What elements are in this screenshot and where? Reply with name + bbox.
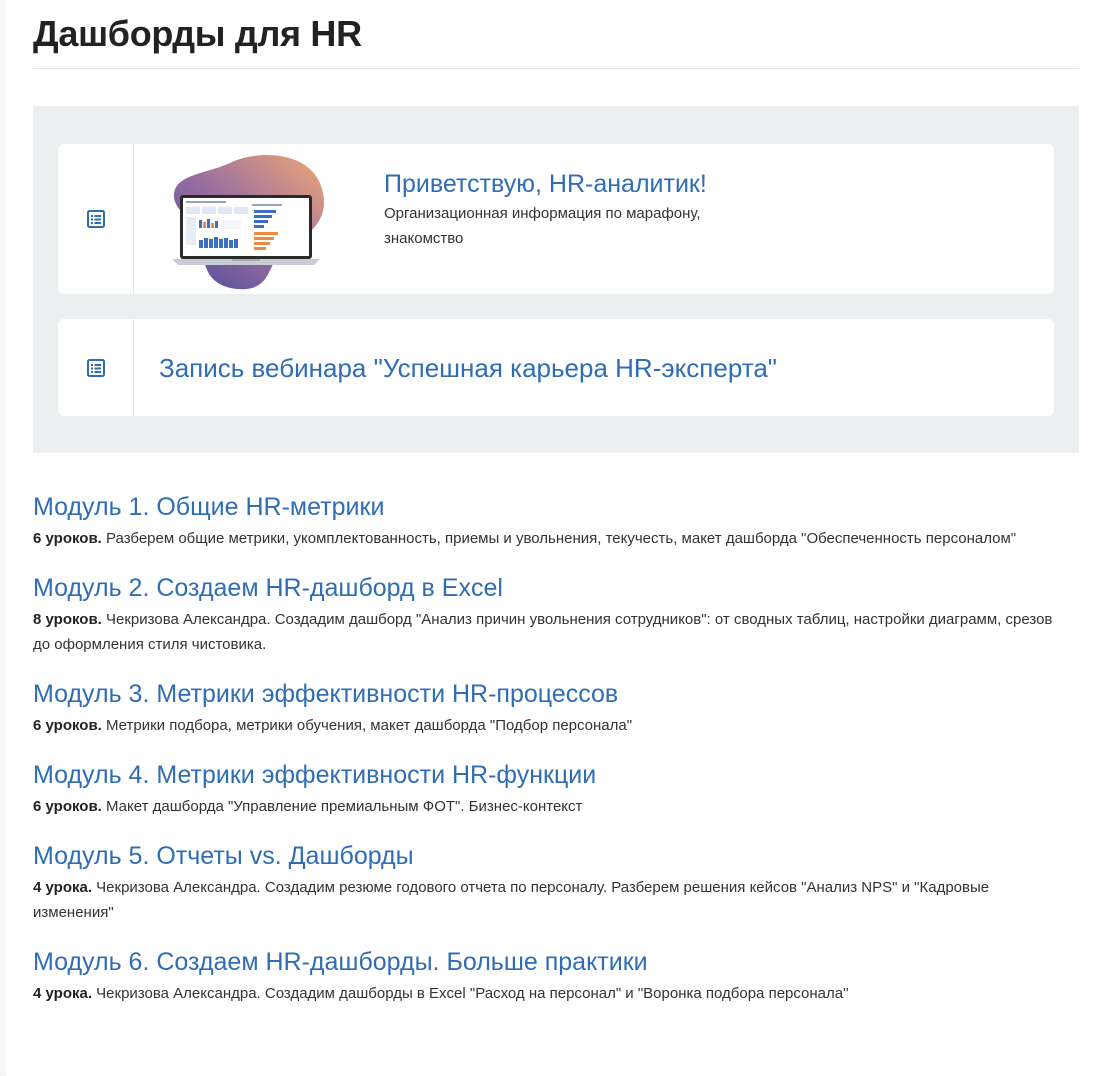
list-icon bbox=[86, 358, 105, 377]
module-lesson-count: 8 уроков. bbox=[33, 611, 102, 628]
course-page: Дашборды для HR Приветствую, HR-аналитик… bbox=[33, 0, 1079, 1028]
module-description: 4 урока. Чекризова Александра. Создадим … bbox=[33, 875, 1063, 925]
module-item: Модуль 4. Метрики эффективности HR-функц… bbox=[33, 760, 1079, 819]
lesson-text: Приветствую, HR-аналитик! Организационна… bbox=[384, 144, 764, 294]
lesson-icon-column bbox=[58, 319, 134, 416]
module-title-link[interactable]: Модуль 4. Метрики эффективности HR-функц… bbox=[33, 760, 596, 790]
modules-list: Модуль 1. Общие HR-метрики 6 уроков. Раз… bbox=[33, 492, 1079, 1006]
lesson-text: Запись вебинара "Успешная карьера HR-экс… bbox=[159, 319, 777, 416]
module-lesson-count: 6 уроков. bbox=[33, 798, 102, 815]
lesson-description: Организационная информация по марафону, … bbox=[384, 205, 701, 247]
module-title-link[interactable]: Модуль 5. Отчеты vs. Дашборды bbox=[33, 841, 414, 871]
module-title-link[interactable]: Модуль 1. Общие HR-метрики bbox=[33, 492, 384, 522]
module-title-link[interactable]: Модуль 6. Создаем HR-дашборды. Больше пр… bbox=[33, 947, 648, 977]
module-lesson-count: 6 уроков. bbox=[33, 717, 102, 734]
module-description-text: Чекризова Александра. Создадим дашборд "… bbox=[33, 611, 1053, 653]
page-title: Дашборды для HR bbox=[33, 13, 362, 54]
lesson-card-welcome[interactable]: Приветствую, HR-аналитик! Организационна… bbox=[58, 144, 1054, 294]
module-description: 6 уроков. Разберем общие метрики, укомпл… bbox=[33, 526, 1063, 551]
left-edge-strip bbox=[0, 0, 7, 1076]
module-lesson-count: 4 урока. bbox=[33, 879, 92, 896]
module-lesson-count: 6 уроков. bbox=[33, 530, 102, 547]
lesson-title-link[interactable]: Приветствую, HR-аналитик! bbox=[384, 169, 764, 199]
module-description: 8 уроков. Чекризова Александра. Создадим… bbox=[33, 607, 1063, 657]
module-description-text: Метрики подбора, метрики обучения, макет… bbox=[106, 717, 633, 734]
module-description: 4 урока. Чекризова Александра. Создадим … bbox=[33, 981, 1063, 1006]
module-lesson-count: 4 урока. bbox=[33, 985, 92, 1002]
lesson-card-webinar[interactable]: Запись вебинара "Успешная карьера HR-экс… bbox=[58, 319, 1054, 416]
module-description: 6 уроков. Метрики подбора, метрики обуче… bbox=[33, 713, 1063, 738]
intro-lessons-block: Приветствую, HR-аналитик! Организационна… bbox=[33, 106, 1079, 453]
title-divider bbox=[33, 68, 1079, 69]
module-item: Модуль 6. Создаем HR-дашборды. Больше пр… bbox=[33, 947, 1079, 1006]
module-title-link[interactable]: Модуль 2. Создаем HR-дашборд в Excel bbox=[33, 573, 503, 603]
module-item: Модуль 3. Метрики эффективности HR-проце… bbox=[33, 679, 1079, 738]
lesson-icon-column bbox=[58, 144, 134, 294]
module-item: Модуль 5. Отчеты vs. Дашборды 4 урока. Ч… bbox=[33, 841, 1079, 925]
module-item: Модуль 2. Создаем HR-дашборд в Excel 8 у… bbox=[33, 573, 1079, 657]
lesson-title-link[interactable]: Запись вебинара "Успешная карьера HR-экс… bbox=[159, 353, 777, 383]
list-icon bbox=[86, 210, 105, 228]
module-description-text: Чекризова Александра. Создадим резюме го… bbox=[33, 879, 990, 921]
module-description-text: Чекризова Александра. Создадим дашборды … bbox=[96, 985, 849, 1002]
module-description-text: Разберем общие метрики, укомплектованнос… bbox=[106, 530, 1017, 547]
laptop-dashboard-image bbox=[162, 144, 342, 294]
module-item: Модуль 1. Общие HR-метрики 6 уроков. Раз… bbox=[33, 492, 1079, 551]
module-description-text: Макет дашборда "Управление премиальным Ф… bbox=[106, 798, 583, 815]
module-description: 6 уроков. Макет дашборда "Управление пре… bbox=[33, 794, 1063, 819]
module-title-link[interactable]: Модуль 3. Метрики эффективности HR-проце… bbox=[33, 679, 618, 709]
